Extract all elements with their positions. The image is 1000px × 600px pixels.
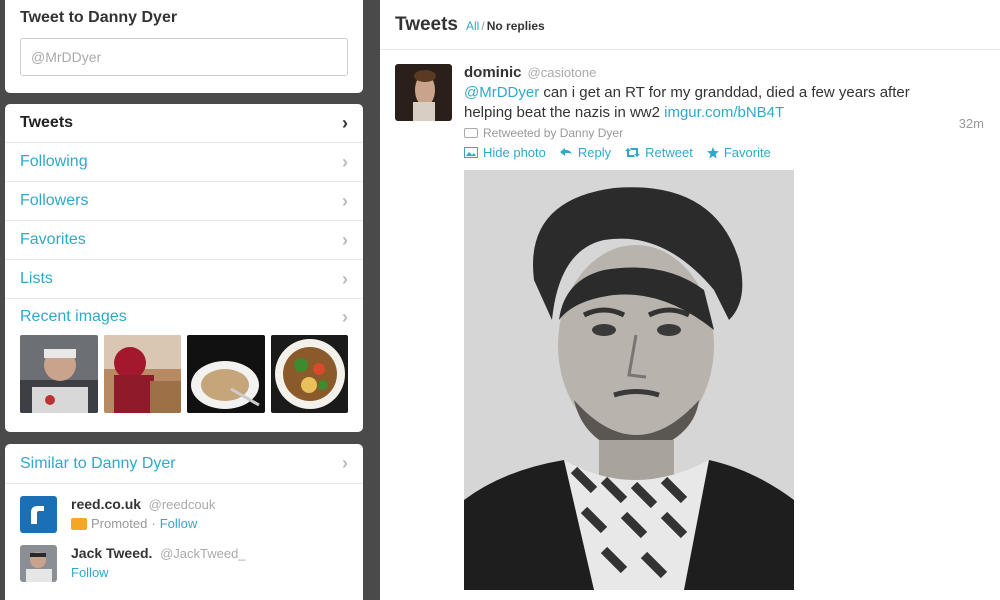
tweet-text: @MrDDyer can i get an RT for my granddad…: [464, 83, 934, 123]
hide-photo-button[interactable]: Hide photo: [464, 145, 546, 160]
reply-button[interactable]: Reply: [559, 145, 612, 160]
nav-item-lists[interactable]: Lists ›: [5, 260, 363, 299]
star-icon: [706, 146, 719, 158]
chevron-right-icon: ›: [342, 453, 348, 473]
suggestion-name[interactable]: Jack Tweed.: [71, 545, 152, 561]
favorite-label: Favorite: [723, 145, 771, 160]
suggestion-handle: @reedcouk: [148, 497, 216, 512]
reply-label: Reply: [577, 145, 612, 160]
suggestion-name[interactable]: reed.co.uk: [71, 496, 141, 512]
recent-image-thumbnail[interactable]: [103, 335, 181, 413]
chevron-right-icon: ›: [342, 268, 348, 289]
separator-dot: ·: [151, 516, 156, 531]
follow-button[interactable]: Follow: [160, 516, 198, 531]
retweeted-by: Retweeted by Danny Dyer: [464, 126, 984, 140]
follow-button[interactable]: Follow: [71, 565, 109, 580]
nav-item-label: Following: [20, 153, 88, 170]
nav-item-followers[interactable]: Followers ›: [5, 182, 363, 221]
profile-nav: Tweets › Following › Followers › Favorit…: [5, 104, 363, 432]
retweet-label: Retweet: [645, 145, 693, 160]
avatar[interactable]: [395, 64, 452, 121]
tweet-to-card: Tweet to Danny Dyer: [5, 0, 363, 93]
sidebar: Tweet to Danny Dyer Tweets › Following ›…: [5, 0, 363, 600]
avatar[interactable]: [20, 545, 57, 582]
recent-image-thumbnail[interactable]: [270, 335, 348, 413]
tweet-url-link[interactable]: imgur.com/bNB4T: [664, 104, 784, 121]
tweet-timestamp[interactable]: 32m: [959, 116, 984, 131]
similar-users-card: Similar to Danny Dyer › reed.co.uk @reed…: [5, 444, 363, 600]
nav-item-following[interactable]: Following ›: [5, 143, 363, 182]
nav-item-label: Favorites: [20, 231, 86, 248]
tweet-to-input[interactable]: [20, 38, 348, 76]
tweet-photo[interactable]: [464, 170, 794, 590]
tweets-timeline: Tweets All / No replies dominic @casioto…: [380, 0, 1000, 600]
retweeted-by-label: Retweeted by Danny Dyer: [483, 126, 624, 140]
recent-image-thumbnail[interactable]: [187, 335, 265, 413]
filter-separator: /: [481, 19, 485, 33]
photo-icon: [464, 147, 478, 158]
recent-images-header[interactable]: Recent images ›: [20, 299, 348, 335]
recent-images-grid: [20, 335, 348, 413]
retweet-small-icon: [464, 128, 478, 138]
recent-image-thumbnail[interactable]: [20, 335, 98, 413]
recent-images-label: Recent images: [20, 308, 127, 325]
reply-icon: [559, 148, 572, 157]
similar-users-title: Similar to Danny Dyer: [20, 454, 176, 472]
suggestion-item: reed.co.uk @reedcouk Promoted · Follow: [5, 484, 363, 533]
favorite-button[interactable]: Favorite: [706, 145, 771, 160]
filter-all-link[interactable]: All: [466, 19, 479, 33]
similar-users-header[interactable]: Similar to Danny Dyer ›: [5, 444, 363, 484]
tweet-author-name[interactable]: dominic: [464, 64, 522, 81]
hide-photo-label: Hide photo: [483, 145, 546, 160]
retweet-button[interactable]: Retweet: [625, 145, 693, 160]
tweet-to-title: Tweet to Danny Dyer: [20, 9, 178, 26]
filter-no-replies-link[interactable]: No replies: [487, 19, 545, 33]
tweet-actions: Hide photo Reply Retweet Favorite: [464, 145, 984, 160]
chevron-right-icon: ›: [342, 190, 348, 211]
retweet-icon: [625, 148, 641, 157]
suggestion-item: Jack Tweed. @JackTweed_ Follow: [5, 533, 363, 582]
nav-item-label: Tweets: [20, 114, 74, 131]
suggestion-handle: @JackTweed_: [160, 546, 246, 561]
page-title: Tweets: [395, 14, 459, 35]
nav-item-label: Followers: [20, 192, 89, 209]
tweet-item: dominic @casiotone @MrDDyer can i get an…: [380, 50, 1000, 600]
nav-item-label: Lists: [20, 270, 53, 287]
promoted-label: Promoted: [91, 516, 148, 531]
avatar[interactable]: [20, 496, 57, 533]
nav-item-tweets[interactable]: Tweets ›: [5, 104, 363, 143]
chevron-right-icon: ›: [342, 306, 348, 327]
chevron-right-icon: ›: [342, 112, 348, 133]
recent-images-section: Recent images ›: [5, 299, 363, 413]
timeline-header: Tweets All / No replies: [380, 0, 1000, 50]
chevron-right-icon: ›: [342, 151, 348, 172]
nav-item-favorites[interactable]: Favorites ›: [5, 221, 363, 260]
tweet-author-handle[interactable]: @casiotone: [528, 65, 597, 80]
promoted-icon: [71, 517, 87, 530]
mention-link[interactable]: @MrDDyer: [464, 84, 539, 101]
chevron-right-icon: ›: [342, 229, 348, 250]
